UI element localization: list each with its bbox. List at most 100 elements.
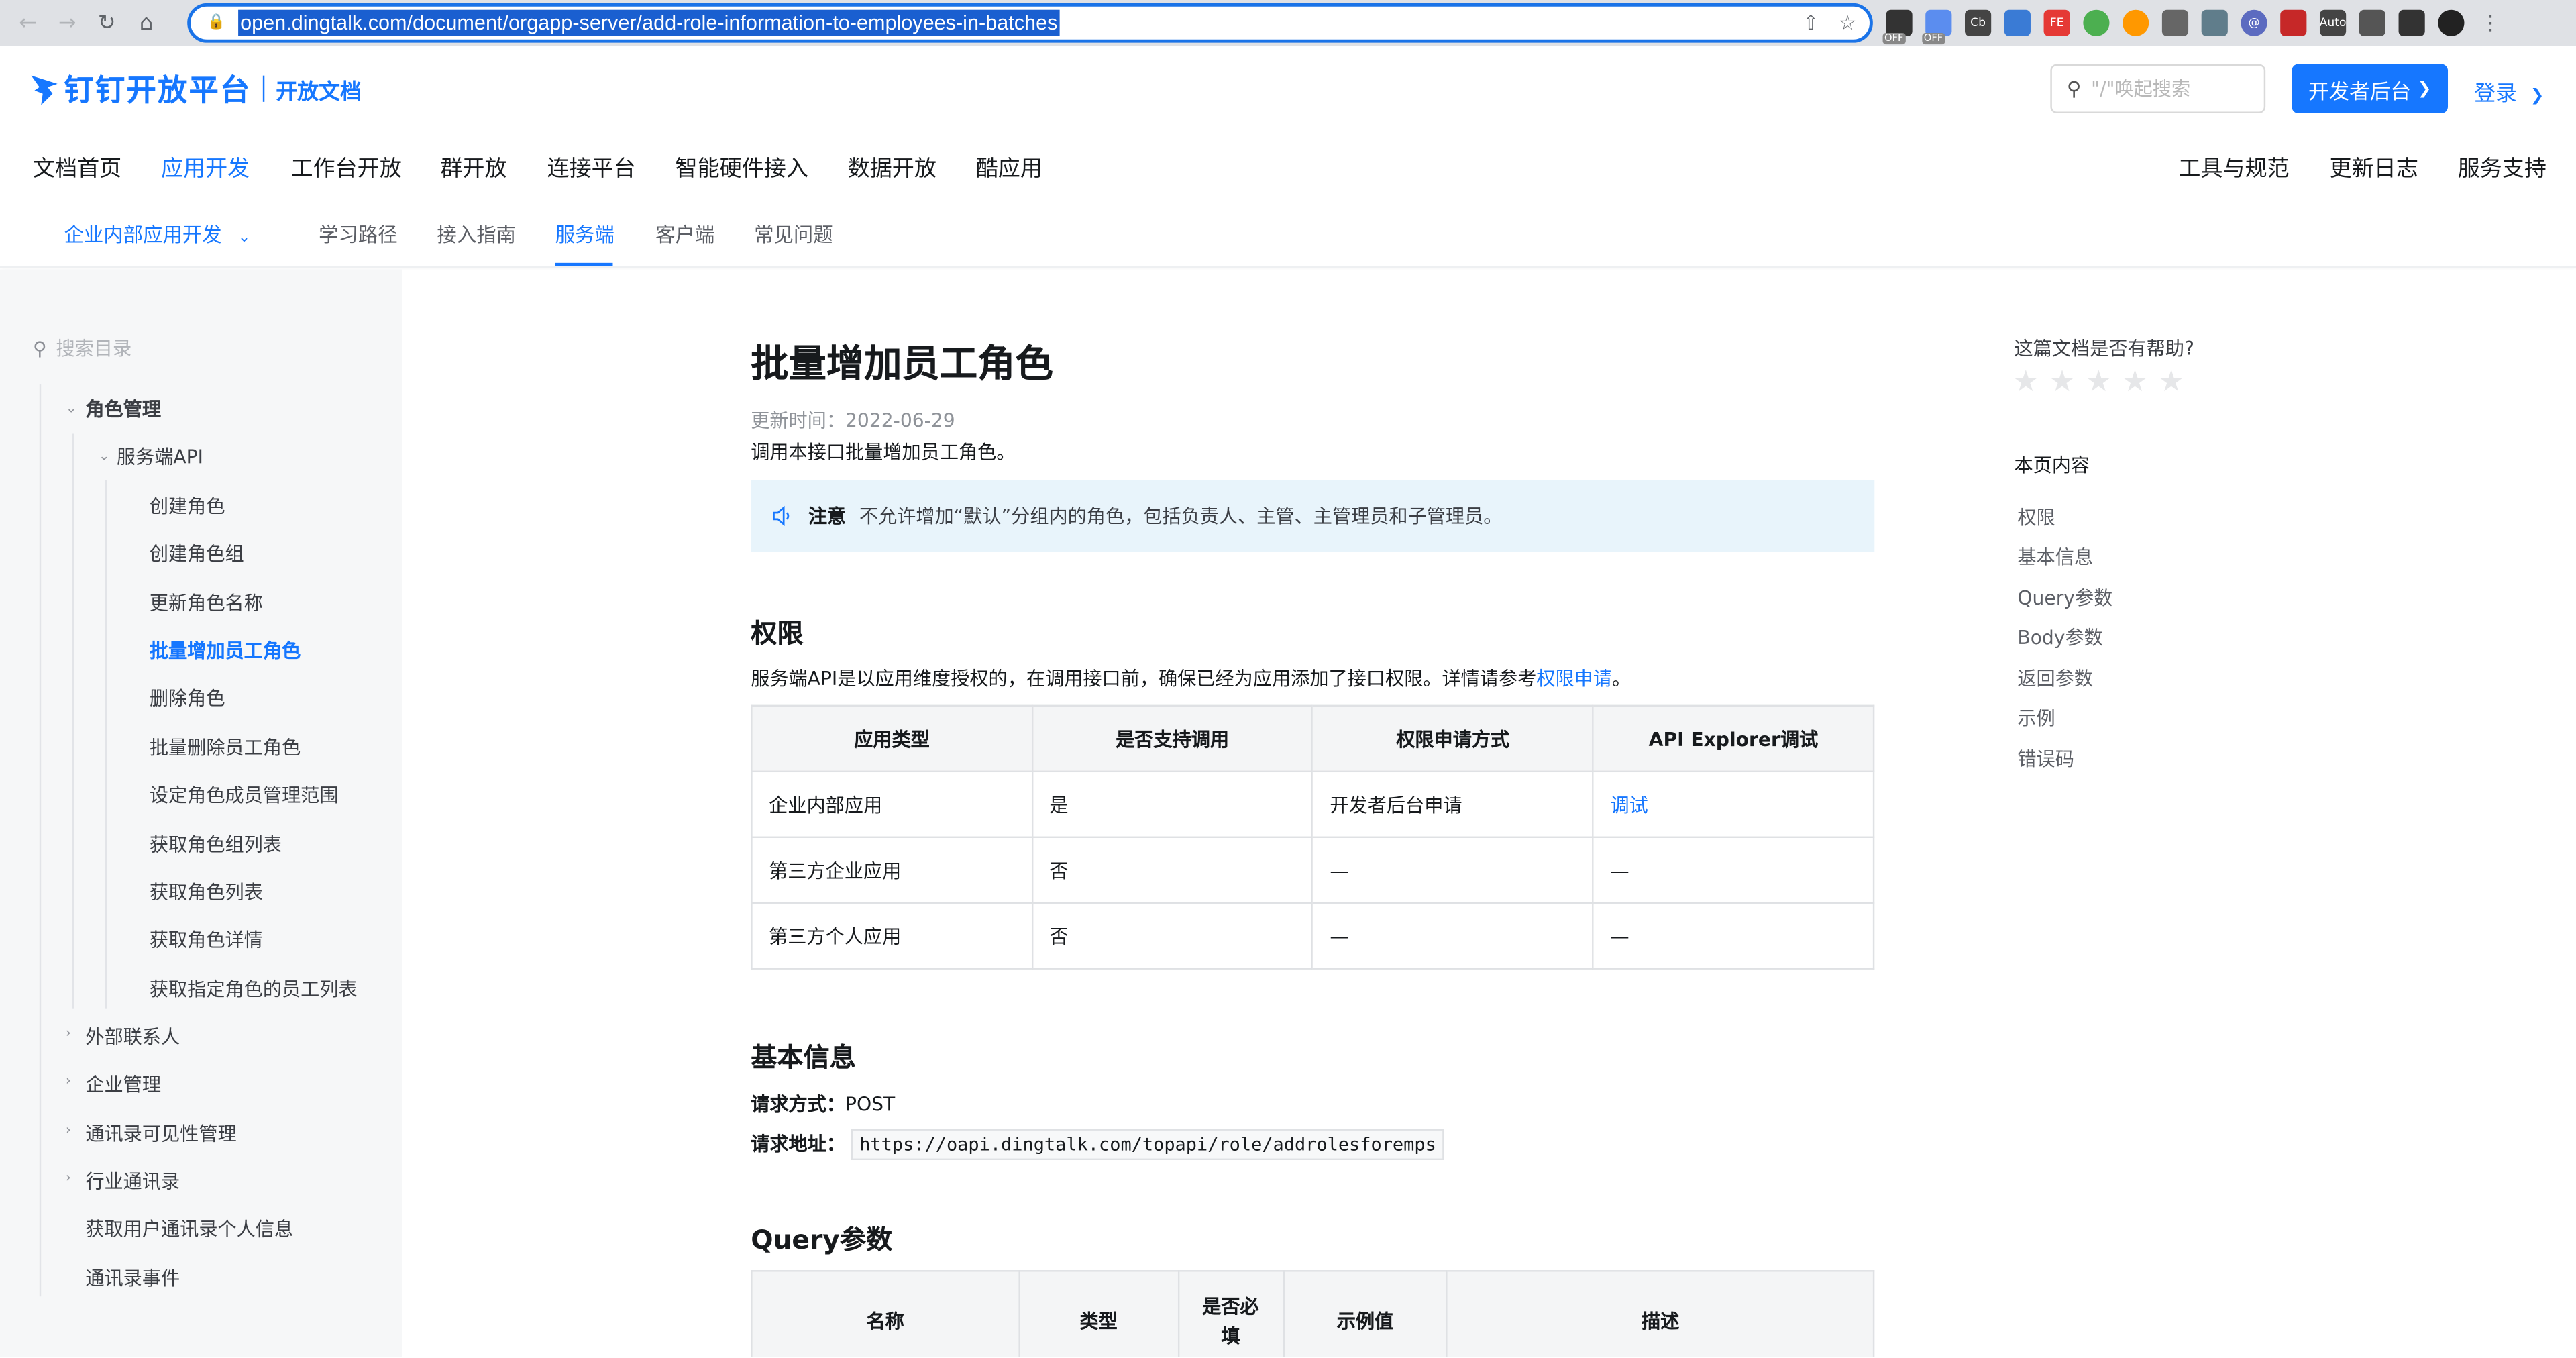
main-nav: 文档首页 应用开发 工作台开放 群开放 连接平台 智能硬件接入 数据开放 酷应用… (0, 131, 2576, 197)
back-arrow-icon[interactable]: ← (8, 0, 48, 46)
sidebar-item[interactable]: 设定角色成员管理范围 (150, 782, 339, 808)
nav-app-dev[interactable]: 应用开发 (161, 150, 250, 182)
helpful-question: 这篇文档是否有帮助? (2014, 337, 2194, 360)
extension-pen-icon[interactable] (2280, 9, 2307, 36)
nav-cool-app[interactable]: 酷应用 (976, 150, 1042, 182)
sidebar-item[interactable]: 更新角色名称 (150, 590, 263, 616)
sidebar-item[interactable]: 获取角色详情 (150, 927, 263, 953)
extension-blue-icon[interactable]: OFF (1922, 9, 1952, 45)
sidebar-section[interactable]: 行业通讯录 (85, 1168, 180, 1194)
star-icon[interactable]: ★ (2122, 367, 2149, 398)
table-cell: — (1311, 836, 1595, 904)
chevron-down-icon[interactable]: ⌄ (66, 401, 76, 416)
nav-support[interactable]: 服务支持 (2458, 150, 2546, 182)
sidebar-item[interactable]: 获取用户通讯录个人信息 (85, 1216, 293, 1242)
extension-box-icon[interactable] (2201, 9, 2228, 36)
nav-hardware[interactable]: 智能硬件接入 (676, 150, 808, 182)
extension-cb-icon[interactable]: Cb (1965, 9, 1992, 36)
extension-dark-icon[interactable]: OFF (1882, 9, 1913, 45)
table-cell: — (1311, 902, 1595, 970)
sidebar-section[interactable]: 企业管理 (85, 1072, 161, 1098)
chevron-right-icon[interactable]: › (66, 1122, 71, 1137)
sidebar-item[interactable]: 批量删除员工角色 (150, 735, 301, 761)
sidebar-item[interactable]: 获取角色组列表 (150, 831, 282, 857)
sidebar-section[interactable]: 外部联系人 (85, 1024, 180, 1050)
toc-item[interactable]: 错误码 (2017, 746, 2074, 772)
forward-arrow-icon[interactable]: → (48, 0, 87, 46)
table-header: 描述 (1446, 1270, 1875, 1357)
sidebar-item[interactable]: 创建角色组 (150, 541, 244, 567)
method-value: POST (845, 1092, 896, 1116)
permission-apply-link[interactable]: 权限申请 (1536, 667, 1612, 690)
speaker-icon (773, 505, 790, 527)
sidebar-item[interactable]: 获取角色列表 (150, 879, 263, 905)
sidebar-search-input[interactable]: ⚲ 搜索目录 (33, 335, 131, 362)
developer-console-button[interactable]: 开发者后台 ❯ (2292, 64, 2449, 113)
nav-docs-home[interactable]: 文档首页 (33, 150, 121, 182)
active-tab-indicator (555, 262, 613, 266)
puzzle-icon[interactable] (2359, 9, 2385, 36)
sidebar-item-active[interactable]: 批量增加员工角色 (150, 637, 301, 664)
chevron-down-icon[interactable]: ⌄ (99, 449, 109, 464)
tree-guide-line (72, 433, 74, 1009)
chevron-right-icon[interactable]: › (66, 1073, 71, 1088)
subtab-client[interactable]: 客户端 (655, 220, 714, 248)
sidebar-item[interactable]: 通讯录事件 (85, 1265, 180, 1292)
star-icon[interactable]: ★ (2049, 367, 2076, 398)
star-icon[interactable]: ★ (2012, 367, 2039, 398)
toc-item[interactable]: 示例 (2017, 705, 2055, 731)
toc-item[interactable]: 返回参数 (2017, 666, 2093, 692)
extension-chrome-icon[interactable] (2123, 9, 2149, 36)
sidebar-section[interactable]: 通讯录可见性管理 (85, 1120, 236, 1147)
address-code[interactable]: https://oapi.dingtalk.com/topapi/role/ad… (851, 1129, 1445, 1160)
toc-item[interactable]: 权限 (2017, 505, 2055, 531)
extension-gear-icon[interactable] (2083, 9, 2110, 36)
subtab-access-guide[interactable]: 接入指南 (437, 220, 516, 248)
sidebar-item[interactable]: 获取指定角色的员工列表 (150, 976, 358, 1002)
toc-item[interactable]: 基本信息 (2017, 544, 2093, 570)
chevron-right-icon[interactable]: › (66, 1025, 71, 1040)
subtab-server[interactable]: 服务端 (555, 220, 614, 248)
chevron-right-icon[interactable]: › (66, 1170, 71, 1185)
sidebar-search-placeholder: 搜索目录 (56, 337, 132, 360)
extension-fe-icon[interactable]: FE (2043, 9, 2070, 36)
toc-item[interactable]: Query参数 (2017, 585, 2112, 611)
kebab-menu-icon[interactable]: ⋮ (2477, 10, 2504, 36)
nav-connect[interactable]: 连接平台 (547, 150, 636, 182)
bookmark-star-icon[interactable]: ☆ (1839, 11, 1856, 34)
section-heading-basic-info: 基本信息 (751, 1041, 856, 1074)
home-icon[interactable]: ⌂ (127, 0, 166, 46)
nav-data[interactable]: 数据开放 (848, 150, 936, 182)
nav-group[interactable]: 群开放 (440, 150, 506, 182)
profile-avatar-icon[interactable] (2438, 9, 2465, 36)
subtab-faq[interactable]: 常见问题 (754, 220, 833, 248)
extension-qr-icon[interactable] (2161, 9, 2189, 36)
nav-workbench[interactable]: 工作台开放 (290, 150, 401, 182)
extension-layers-icon[interactable] (2004, 9, 2031, 36)
nav-changelog[interactable]: 更新日志 (2330, 150, 2418, 182)
star-icon[interactable]: ★ (2085, 367, 2112, 398)
sidebar-item[interactable]: 删除角色 (150, 685, 225, 711)
sidebar-subgroup-server-api[interactable]: 服务端API (117, 443, 203, 470)
subtab-learning-path[interactable]: 学习路径 (319, 220, 398, 248)
login-link[interactable]: 登录 ❯ (2474, 76, 2544, 107)
extension-auto-icon[interactable]: Auto (2320, 9, 2347, 36)
address-bar[interactable]: 🔒 open.dingtalk.com/document/orgapp-serv… (187, 3, 1873, 43)
star-icon[interactable]: ★ (2158, 367, 2185, 398)
debug-link[interactable]: 调试 (1611, 793, 1648, 816)
search-placeholder: "/"唤起搜索 (2091, 77, 2191, 101)
chevron-right-icon: ❯ (2417, 79, 2432, 98)
sidebar-group-role-mgmt[interactable]: 角色管理 (85, 396, 161, 422)
nav-tools[interactable]: 工具与规范 (2178, 150, 2289, 182)
logo[interactable]: 钉钉开放平台 开放文档 (30, 69, 362, 109)
sidebar-item[interactable]: 创建角色 (150, 493, 225, 519)
search-icon: ⚲ (2066, 77, 2082, 101)
search-input[interactable]: ⚲ "/"唤起搜索 (2050, 64, 2266, 113)
share-icon[interactable]: ⇧ (1803, 11, 1819, 34)
extensions-bar: OFF OFF Cb FE @ Auto ⋮ (1882, 7, 2504, 45)
dev-type-selector[interactable]: 企业内部应用开发 ⌄ (64, 220, 251, 248)
extension-at-icon[interactable]: @ (2241, 9, 2267, 36)
sidepanel-icon[interactable] (2398, 9, 2425, 36)
reload-icon[interactable]: ↻ (87, 0, 127, 46)
toc-item[interactable]: Body参数 (2017, 625, 2102, 651)
